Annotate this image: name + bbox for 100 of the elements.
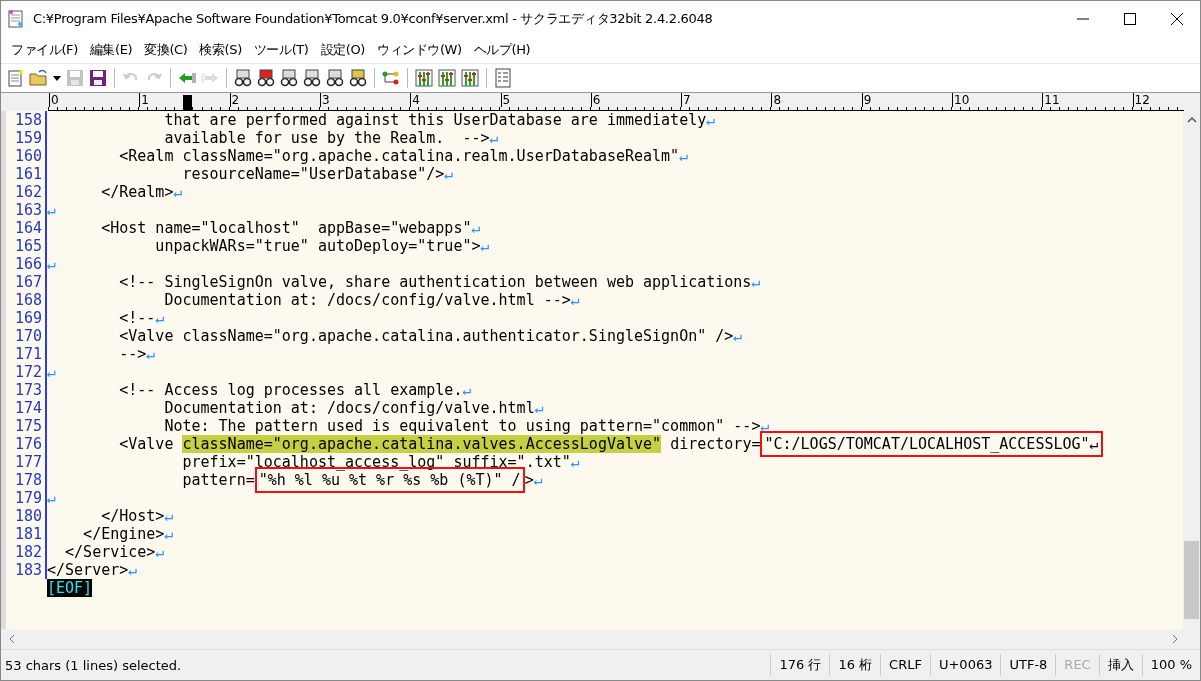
line-number: 165 <box>1 237 47 255</box>
code-line: <!-- SingleSignOn valve, share authentication between web applications↵ <box>118 273 761 291</box>
ruler-number: 12 <box>1132 93 1150 107</box>
menu-item[interactable]: ツール(T) <box>247 39 315 61</box>
close-icon[interactable] <box>1171 13 1183 25</box>
ruler-number: 2 <box>229 93 240 107</box>
line-number: 171 <box>1 345 47 363</box>
equalizer-icon[interactable] <box>460 68 480 88</box>
status-field: 176 行 <box>770 654 830 676</box>
binoculars-icon[interactable] <box>302 68 322 88</box>
code-line: <!--↵ <box>118 309 165 327</box>
code-line: Documentation at: /docs/config/valve.html↵ <box>163 399 544 417</box>
horizontal-scrollbar[interactable] <box>1 629 1200 650</box>
menu-item[interactable]: ウィンドウ(W) <box>370 39 468 61</box>
line-number: 181 <box>1 525 47 543</box>
line-number: 176 <box>1 435 47 453</box>
ruler-number: 7 <box>681 93 691 107</box>
status-field: U+0063 <box>929 654 1001 676</box>
menu-item[interactable]: 変換(C) <box>138 39 194 61</box>
binoculars-icon[interactable] <box>279 68 299 88</box>
code-line: that are performed against this UserDatabase are immediately↵ <box>163 111 716 129</box>
cursor-marker <box>183 95 193 110</box>
ruler-number: 8 <box>771 93 782 107</box>
code-line: prefix="localhost_access_log" suffix=".txt"↵ <box>181 453 580 471</box>
status-field: CRLF <box>880 654 930 676</box>
code-line: ↵ <box>47 255 57 273</box>
line-number: 173 <box>1 381 47 399</box>
line-number: 169 <box>1 309 47 327</box>
status-field: UTF-8 <box>1000 654 1056 676</box>
status-field: 挿入 <box>1098 654 1142 676</box>
ruler-number: 11 <box>1042 93 1060 107</box>
code-line: pattern= "%h %l %u %t %r %s %b (%T)" / >↵ <box>47 471 543 489</box>
code-line: <Realm className="org.apache.catalina.realm.UserDatabaseRealm"↵ <box>118 147 689 165</box>
menu-item[interactable]: 設定(O) <box>314 39 371 61</box>
binoculars-icon[interactable] <box>348 68 368 88</box>
code-line: ↵ <box>47 363 57 381</box>
line-number: 170 <box>1 327 47 345</box>
menu-item[interactable]: 編集(E) <box>83 39 139 61</box>
line-number: 175 <box>1 417 47 435</box>
code-line: <Valve className="org.apache.catalina.valves.AccessLogValve" directory= "C:/LOGS/TOMCAT/LOCALHOST_ACCESSLOG"↵ <box>47 435 1103 453</box>
ruler-number: 6 <box>590 93 601 107</box>
line-number: 162 <box>1 183 47 201</box>
scroll-left-icon[interactable] <box>9 634 15 644</box>
ruler-number: 4 <box>410 93 420 107</box>
line-number: 174 <box>1 399 47 417</box>
code-line: </Engine>↵ <box>82 525 174 543</box>
code-line: <!-- Access log processes all example.↵ <box>118 381 472 399</box>
code-line: available for use by the Realm. -->↵ <box>163 129 499 147</box>
status-field: 16 桁 <box>829 654 881 676</box>
list-icon[interactable] <box>493 68 513 88</box>
line-number: 159 <box>1 129 47 147</box>
line-number: 160 <box>1 147 47 165</box>
line-number: 168 <box>1 291 47 309</box>
maximize-icon[interactable] <box>1124 13 1136 25</box>
code-line: Note: The pattern used is equivalent to using pattern="common" -->↵ <box>163 417 770 435</box>
document-icon[interactable] <box>6 68 26 88</box>
binoculars-icon[interactable] <box>325 68 345 88</box>
ruler-number: 5 <box>500 93 511 107</box>
equalizer-icon[interactable] <box>414 68 434 88</box>
line-number: 158 <box>1 111 47 129</box>
binoculars-icon[interactable] <box>233 68 253 88</box>
line-number: 164 <box>1 219 47 237</box>
line-number: 163 <box>1 201 47 219</box>
code-line: <Valve className="org.apache.catalina.authenticator.SingleSignOn" />↵ <box>118 327 743 345</box>
status-message: 53 chars (1 lines) selected. <box>4 657 183 673</box>
ruler-number: 10 <box>952 93 970 107</box>
scroll-right-icon[interactable] <box>1172 634 1178 644</box>
code-line: </Realm>↵ <box>100 183 183 201</box>
eof-marker: [EOF] <box>47 579 93 597</box>
code-line: resourceName="UserDatabase"/>↵ <box>181 165 454 183</box>
code-line: -->↵ <box>118 345 156 363</box>
equalizer-icon[interactable] <box>437 68 457 88</box>
ruler-number: 0 <box>49 93 59 107</box>
binoculars-icon[interactable] <box>256 68 276 88</box>
line-number: 166 <box>1 255 47 273</box>
code-line: unpackWARs="true" autoDeploy="true">↵ <box>154 237 490 255</box>
code-line: </Server>↵ <box>47 561 138 579</box>
menu-item[interactable]: ヘルプ(H) <box>467 39 537 61</box>
menu-item[interactable]: 検索(S) <box>193 39 248 61</box>
code-line: ↵ <box>47 489 57 507</box>
line-number: 161 <box>1 165 47 183</box>
folder-icon[interactable] <box>29 68 49 88</box>
line-number: 183 <box>1 561 47 579</box>
menu-item[interactable]: ファイル(F) <box>5 39 84 61</box>
line-number: 178 <box>1 471 47 489</box>
line-number: 182 <box>1 543 47 561</box>
line-number: 172 <box>1 363 47 381</box>
ruler-number: 3 <box>319 93 330 107</box>
scrollbar-thumb[interactable] <box>1184 541 1199 619</box>
code-line: <Host name="localhost" appBase="webapps"↵ <box>100 219 481 237</box>
code-line: ↵ <box>47 201 57 219</box>
scroll-up-icon[interactable] <box>1186 117 1197 123</box>
code-line: </Host>↵ <box>100 507 174 525</box>
line-number: 167 <box>1 273 47 291</box>
ruler-number: 1 <box>139 93 149 107</box>
status-field: REC <box>1055 654 1099 676</box>
notepad-icon <box>7 9 25 29</box>
ruler-number: 9 <box>861 93 872 107</box>
code-line: </Service>↵ <box>64 543 165 561</box>
line-number: 179 <box>1 489 47 507</box>
